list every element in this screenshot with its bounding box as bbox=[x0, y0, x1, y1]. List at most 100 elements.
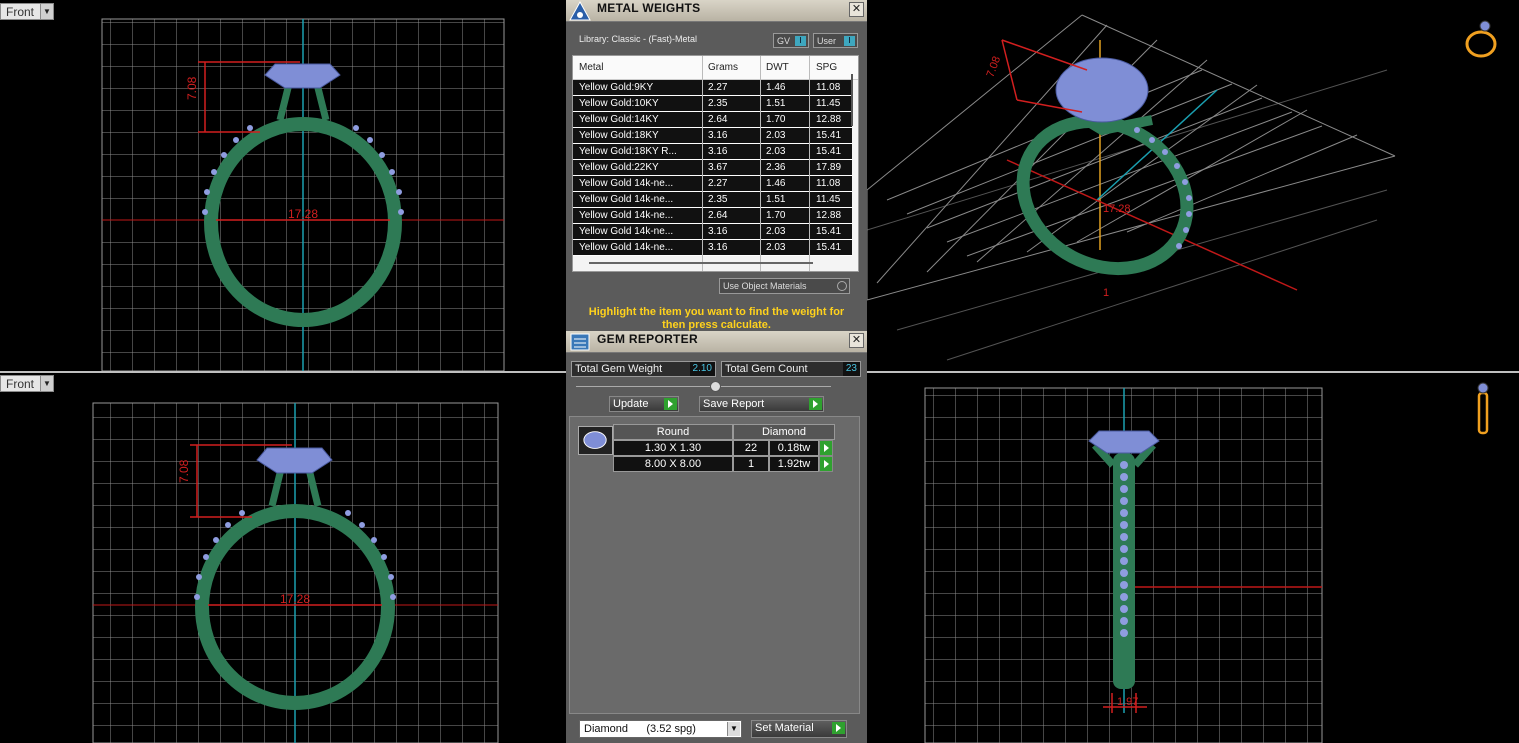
ring-3d-icon[interactable] bbox=[1465, 20, 1497, 58]
table-cell-grams: 3.67 bbox=[708, 162, 728, 173]
column-divider bbox=[809, 56, 810, 271]
table-cell-dwt: 2.03 bbox=[766, 130, 786, 141]
viewport-side[interactable]: 1.97 bbox=[867, 373, 1519, 743]
set-material-button[interactable]: Set Material bbox=[751, 720, 847, 738]
gem-size[interactable]: 1.30 X 1.30 bbox=[613, 440, 733, 456]
shape-header: Round bbox=[613, 424, 733, 440]
viewport-perspective[interactable]: 7.08 17.28 1 bbox=[867, 0, 1519, 371]
view-label: Front bbox=[6, 4, 35, 19]
table-cell-spg: 15.41 bbox=[816, 226, 842, 237]
table-cell-grams: 2.64 bbox=[708, 210, 728, 221]
select-row-button[interactable] bbox=[819, 456, 833, 472]
user-toggle[interactable]: User I bbox=[813, 33, 858, 48]
select-row-button[interactable] bbox=[819, 440, 833, 456]
table-cell-dwt: 2.03 bbox=[766, 242, 786, 253]
table-row[interactable]: Yellow Gold:18KY 3.16 2.03 15.41 bbox=[573, 128, 852, 144]
table-cell-spg: 11.08 bbox=[816, 82, 841, 93]
front-view-canvas: 7.08 17.28 bbox=[92, 402, 499, 743]
table-cell-grams: 3.16 bbox=[708, 146, 728, 157]
splitter-handle[interactable] bbox=[710, 381, 721, 392]
table-cell-spg: 12.88 bbox=[816, 210, 842, 221]
side-ring-icon[interactable] bbox=[1477, 382, 1489, 435]
close-icon[interactable]: ✕ bbox=[849, 2, 864, 17]
gem-report-table: Round Diamond 1.30 X 1.30 22 0.18tw 8.00… bbox=[569, 416, 860, 714]
table-row[interactable]: Yellow Gold 14k-ne... 3.16 2.03 15.41 bbox=[573, 224, 852, 240]
gv-label: GV bbox=[777, 35, 791, 46]
table-cell-dwt: 1.46 bbox=[766, 82, 786, 93]
table-header: Metal Grams DWT SPG bbox=[573, 56, 858, 80]
gem-count[interactable]: 1 bbox=[733, 456, 769, 472]
table-cell-metal: Yellow Gold:22KY bbox=[579, 162, 659, 173]
table-row[interactable]: Yellow Gold:10KY 2.35 1.51 11.45 bbox=[573, 96, 852, 112]
viewport-front-bottom[interactable]: 7.08 17.28 Front ▼ bbox=[0, 373, 566, 743]
table-row[interactable]: Yellow Gold 14k-ne... 2.64 1.70 12.88 bbox=[573, 208, 852, 224]
perspective-canvas: 7.08 17.28 1 bbox=[867, 14, 1497, 361]
close-icon[interactable]: ✕ bbox=[849, 333, 864, 348]
radio-icon[interactable] bbox=[837, 281, 847, 291]
chevron-down-icon[interactable]: ▼ bbox=[40, 4, 53, 19]
material-bar: Diamond (3.52 spg) ▼ Set Material bbox=[566, 715, 867, 743]
table-row[interactable]: Yellow Gold 14k-ne... 2.27 1.46 11.08 bbox=[573, 176, 852, 192]
table-cell-metal: Yellow Gold 14k-ne... bbox=[579, 210, 674, 221]
metal-weights-panel: METAL WEIGHTS ✕ Library: Classic - (Fast… bbox=[566, 0, 867, 331]
column-header[interactable]: DWT bbox=[766, 62, 789, 73]
chevron-down-icon[interactable]: ▼ bbox=[727, 722, 740, 736]
table-cell-spg: 15.41 bbox=[816, 146, 842, 157]
table-cell-dwt: 2.36 bbox=[766, 162, 786, 173]
gem-weight[interactable]: 1.92tw bbox=[769, 456, 819, 472]
gem-size[interactable]: 8.00 X 8.00 bbox=[613, 456, 733, 472]
table-row[interactable]: Yellow Gold:22KY 3.67 2.36 17.89 bbox=[573, 160, 852, 176]
table-cell-metal: Yellow Gold:18KY R... bbox=[579, 146, 677, 157]
total-gem-weight: Total Gem Weight 2.10 bbox=[571, 361, 716, 377]
table-cell-metal: Yellow Gold 14k-ne... bbox=[579, 194, 674, 205]
table-cell-dwt: 1.51 bbox=[766, 98, 786, 109]
table-cell-grams: 2.35 bbox=[708, 194, 728, 205]
toggle-icon: I bbox=[795, 36, 806, 46]
table-cell-grams: 2.27 bbox=[708, 82, 728, 93]
gem-weight[interactable]: 0.18tw bbox=[769, 440, 819, 456]
panel-titlebar[interactable]: GEM REPORTER ✕ bbox=[566, 331, 867, 353]
table-cell-metal: Yellow Gold 14k-ne... bbox=[579, 242, 674, 253]
panel-titlebar[interactable]: METAL WEIGHTS ✕ bbox=[566, 0, 867, 22]
table-row[interactable]: Yellow Gold 14k-ne... 3.16 2.03 15.41 bbox=[573, 240, 852, 256]
update-button[interactable]: Update bbox=[609, 396, 679, 412]
panel-title: GEM REPORTER bbox=[597, 332, 698, 346]
table-cell-metal: Yellow Gold:10KY bbox=[579, 98, 659, 109]
table-row[interactable]: Yellow Gold:18KY R... 3.16 2.03 15.41 bbox=[573, 144, 852, 160]
table-cell-dwt: 1.51 bbox=[766, 194, 786, 205]
viewport-front-top[interactable]: 7.08 17.28 Front ▼ bbox=[0, 0, 566, 371]
table-row[interactable]: Yellow Gold:14KY 2.64 1.70 12.88 bbox=[573, 112, 852, 128]
play-icon bbox=[809, 398, 822, 410]
table-cell-grams: 2.27 bbox=[708, 178, 728, 189]
column-header[interactable]: SPG bbox=[816, 62, 837, 73]
gem-count[interactable]: 22 bbox=[733, 440, 769, 456]
chevron-down-icon[interactable]: ▼ bbox=[40, 376, 53, 391]
small-dimension: 1 bbox=[1103, 287, 1109, 299]
vertical-scrollbar[interactable] bbox=[851, 74, 853, 126]
play-icon bbox=[664, 398, 677, 410]
column-header[interactable]: Grams bbox=[708, 62, 738, 73]
view-selector[interactable]: Front ▼ bbox=[0, 375, 54, 392]
table-cell-dwt: 1.70 bbox=[766, 114, 786, 125]
table-cell-spg: 15.41 bbox=[816, 130, 842, 141]
width-dimension: 17.28 bbox=[288, 207, 318, 221]
view-selector[interactable]: Front ▼ bbox=[0, 3, 54, 20]
gv-toggle[interactable]: GV I bbox=[773, 33, 809, 48]
save-report-label: Save Report bbox=[703, 398, 765, 410]
column-divider bbox=[760, 56, 761, 271]
horizontal-scrollbar[interactable] bbox=[589, 262, 813, 264]
width-dimension: 17.28 bbox=[1103, 203, 1131, 215]
table-row[interactable]: Yellow Gold 14k-ne... 2.35 1.51 11.45 bbox=[573, 192, 852, 208]
table-cell-grams: 3.16 bbox=[708, 130, 728, 141]
column-divider bbox=[702, 56, 703, 271]
material-select[interactable]: Diamond (3.52 spg) ▼ bbox=[579, 720, 742, 738]
table-cell-spg: 11.45 bbox=[816, 98, 841, 109]
set-material-label: Set Material bbox=[755, 722, 814, 734]
table-cell-metal: Yellow Gold 14k-ne... bbox=[579, 178, 674, 189]
app-window: 7.08 17.28 Front ▼ 7.08 17.28 1 7.08 17.… bbox=[0, 0, 1519, 743]
use-object-materials-option[interactable]: Use Object Materials bbox=[719, 278, 850, 294]
save-report-button[interactable]: Save Report bbox=[699, 396, 824, 412]
table-row[interactable]: Yellow Gold:9KY 2.27 1.46 11.08 bbox=[573, 80, 852, 96]
column-header[interactable]: Metal bbox=[579, 62, 603, 73]
table-cell-dwt: 2.03 bbox=[766, 146, 786, 157]
